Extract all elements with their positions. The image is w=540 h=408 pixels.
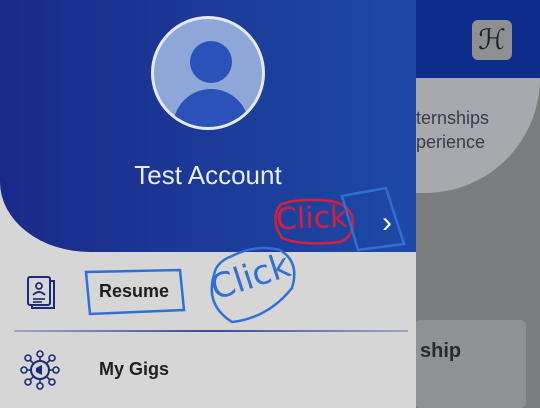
resume-document-icon (27, 276, 55, 309)
avatar-head (190, 41, 232, 83)
menu-item-resume[interactable]: Resume (0, 254, 416, 330)
background-card-title: ship (420, 340, 462, 362)
avatar[interactable] (151, 16, 265, 130)
annotation-click-red: Click (275, 199, 349, 238)
menu-item-label: My Gigs (99, 359, 170, 379)
background-banner-text: ternships perience (416, 106, 489, 154)
navigation-drawer: Test Account › Resume My Gigs (0, 0, 416, 408)
app-logo-icon: ℋ (472, 20, 512, 60)
avatar-body (173, 89, 249, 127)
gigs-network-icon (20, 350, 60, 390)
account-name: Test Account (134, 160, 282, 190)
chevron-right-icon[interactable]: › (372, 205, 402, 241)
background-card (414, 320, 526, 408)
menu-item-my-gigs[interactable]: My Gigs (0, 332, 416, 408)
banner-line-2: perience (416, 132, 486, 152)
menu-item-label: Resume (99, 281, 170, 301)
banner-line-1: ternships (416, 108, 490, 128)
drawer-header: Test Account › (0, 0, 416, 252)
